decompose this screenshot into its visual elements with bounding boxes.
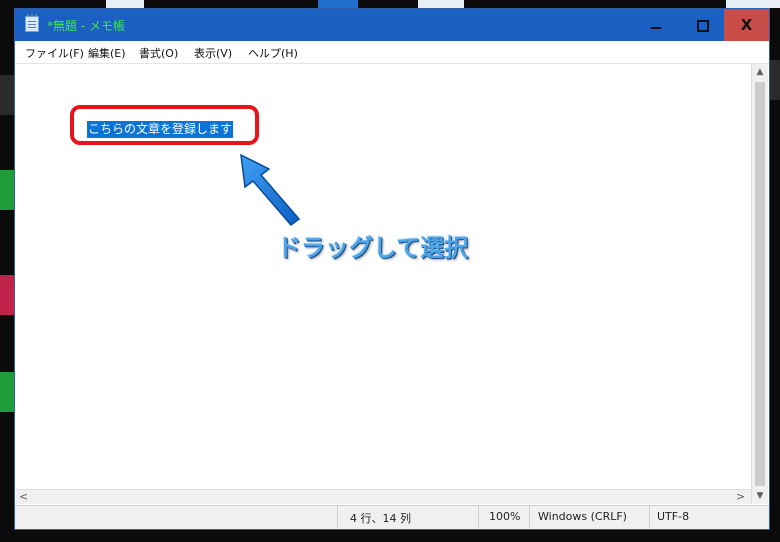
status-divider [529, 506, 530, 528]
notepad-window: *無題 - メモ帳 X ファイル(F) 編集(E) 書式(O) 表示(V) ヘル… [14, 8, 770, 530]
status-line-ending: Windows (CRLF) [538, 510, 627, 523]
status-divider [649, 506, 650, 528]
desktop-icon-fragment [106, 0, 144, 8]
desktop-icon-fragment [0, 75, 14, 115]
status-cursor-position: 4 行、14 列 [350, 512, 411, 525]
maximize-icon [697, 20, 709, 32]
minimize-icon [651, 27, 661, 29]
status-encoding: UTF-8 [657, 510, 690, 523]
menu-help[interactable]: ヘルプ(H) [248, 45, 298, 61]
vertical-scrollbar[interactable]: ▲ ▼ [751, 64, 768, 504]
desktop-icon-fragment [0, 170, 14, 210]
menu-edit[interactable]: 編集(E) [88, 45, 126, 61]
scroll-left-icon[interactable]: < [19, 490, 28, 504]
desktop-icon-fragment [0, 275, 14, 315]
highlight-box [70, 105, 259, 145]
scroll-up-icon[interactable]: ▲ [752, 64, 768, 81]
scroll-down-icon[interactable]: ▼ [752, 489, 768, 504]
callout-label: ドラッグして選択 [277, 234, 469, 262]
menu-file[interactable]: ファイル(F) [25, 45, 84, 61]
status-divider [478, 506, 479, 528]
scrollbar-thumb[interactable] [755, 82, 765, 486]
status-bar: 4 行、14 列 100% Windows (CRLF) UTF-8 [15, 505, 769, 529]
scroll-right-icon[interactable]: > [736, 490, 745, 504]
desktop-icon-fragment [318, 0, 358, 8]
window-title: *無題 - メモ帳 [47, 19, 125, 33]
close-button[interactable]: X [724, 9, 769, 41]
title-bar[interactable]: *無題 - メモ帳 X [15, 9, 769, 41]
menu-view[interactable]: 表示(V) [194, 45, 232, 61]
minimize-button[interactable] [633, 9, 679, 41]
notepad-icon [25, 14, 39, 32]
desktop-icon-fragment [418, 0, 464, 8]
pointer-arrow-icon [240, 153, 301, 227]
status-divider [337, 506, 338, 528]
status-zoom: 100% [489, 510, 521, 523]
desktop-icon-fragment [726, 0, 780, 8]
close-icon: X [740, 16, 753, 34]
menu-format[interactable]: 書式(O) [139, 45, 178, 61]
desktop-icon-fragment [770, 60, 780, 100]
horizontal-scrollbar[interactable]: < > [16, 489, 751, 504]
desktop-icon-fragment [0, 372, 14, 412]
maximize-button[interactable] [679, 9, 725, 41]
menu-bar: ファイル(F) 編集(E) 書式(O) 表示(V) ヘルプ(H) [15, 41, 769, 64]
